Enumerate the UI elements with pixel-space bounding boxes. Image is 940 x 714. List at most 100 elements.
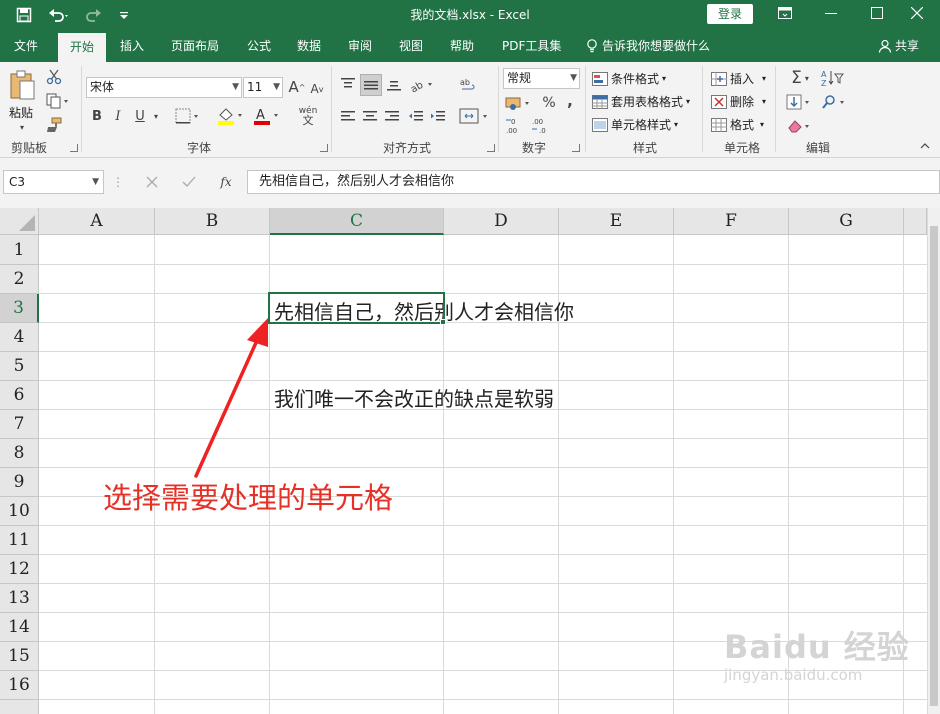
separator xyxy=(702,66,703,152)
redo-icon[interactable] xyxy=(80,0,110,30)
conditional-formatting-button[interactable]: 条件格式 ▾ xyxy=(592,70,666,87)
merge-center-icon[interactable] xyxy=(458,106,494,126)
tab-help[interactable]: 帮助 xyxy=(450,30,474,62)
tab-insert[interactable]: 插入 xyxy=(120,30,144,62)
separator xyxy=(498,66,499,152)
format-cells-label: 格式 xyxy=(730,118,755,132)
tab-file[interactable]: 文件 xyxy=(14,30,38,62)
find-select-icon[interactable] xyxy=(820,92,850,112)
ribbon: 粘贴 ▾ 剪贴板 宋体 ▼ 11 ▼ A ^ Av B I U ▾ A wén 文 字体 xyxy=(0,62,940,158)
clear-icon[interactable] xyxy=(784,116,816,136)
clipboard-launcher-icon[interactable] xyxy=(70,144,78,152)
copy-icon[interactable] xyxy=(44,92,72,110)
tell-me-label: 告诉我你想要做什么 xyxy=(602,39,711,53)
borders-icon[interactable] xyxy=(174,106,202,126)
fill-icon[interactable] xyxy=(784,92,816,112)
ribbon-tabs: 文件 开始 插入 页面布局 公式 数据 审阅 视图 帮助 PDF工具集 告诉我你… xyxy=(0,30,940,62)
tab-review[interactable]: 审阅 xyxy=(348,30,372,62)
cell-styles-label: 单元格样式 xyxy=(611,118,672,132)
paste-icon[interactable] xyxy=(6,68,38,102)
number-group-label: 数字 xyxy=(522,141,547,155)
format-as-table-label: 套用表格格式 xyxy=(611,95,684,109)
align-top-icon[interactable] xyxy=(338,74,358,94)
align-middle-icon[interactable] xyxy=(360,74,382,96)
enter-icon[interactable] xyxy=(177,172,201,192)
align-right-icon[interactable] xyxy=(382,106,402,126)
chevron-down-icon: ▼ xyxy=(232,82,239,92)
format-painter-icon[interactable] xyxy=(44,116,64,134)
svg-text:Z: Z xyxy=(821,79,827,87)
italic-button[interactable]: I xyxy=(110,106,126,126)
vertical-scrollbar[interactable] xyxy=(927,208,940,714)
fill-color-icon[interactable] xyxy=(216,106,246,126)
format-as-table-button[interactable]: 套用表格格式 ▾ xyxy=(592,93,690,110)
decrease-indent-icon[interactable] xyxy=(406,106,426,126)
close-icon[interactable] xyxy=(894,0,940,30)
decrease-decimal-icon[interactable]: .00.0 xyxy=(530,116,554,136)
tab-data[interactable]: 数据 xyxy=(297,30,321,62)
delete-cells-button[interactable]: 删除 ▾ xyxy=(711,93,766,110)
bold-button[interactable]: B xyxy=(89,106,105,126)
name-box[interactable]: C3 ▼ xyxy=(3,170,104,194)
cut-icon[interactable] xyxy=(44,68,64,86)
autosum-symbol: Σ xyxy=(791,68,802,88)
underline-button[interactable]: U xyxy=(132,106,148,126)
insert-cells-button[interactable]: 插入 ▾ xyxy=(711,70,766,87)
login-button[interactable]: 登录 xyxy=(707,4,753,24)
more-options-icon[interactable]: ⋮ xyxy=(112,175,124,189)
align-bottom-icon[interactable] xyxy=(384,74,404,94)
delete-cells-icon xyxy=(711,94,727,109)
undo-icon[interactable] xyxy=(44,0,74,30)
accounting-format-icon[interactable] xyxy=(504,93,536,113)
underline-dropdown-icon[interactable]: ▾ xyxy=(150,106,162,126)
tab-view[interactable]: 视图 xyxy=(399,30,423,62)
separator xyxy=(81,66,82,152)
font-size-dropdown[interactable]: 11 ▼ xyxy=(243,77,283,98)
svg-text:ab: ab xyxy=(409,80,425,92)
font-color-icon[interactable]: A xyxy=(252,106,282,126)
increase-indent-icon[interactable] xyxy=(428,106,448,126)
percent-style-button[interactable]: % xyxy=(539,93,559,113)
insert-function-icon[interactable]: fx xyxy=(214,172,238,192)
scrollbar-thumb[interactable] xyxy=(930,226,938,706)
format-cells-button[interactable]: 格式 ▾ xyxy=(711,116,764,133)
separator xyxy=(331,66,332,152)
number-launcher-icon[interactable] xyxy=(572,144,580,152)
share-button[interactable]: 共享 xyxy=(878,30,919,62)
align-left-icon[interactable] xyxy=(338,106,358,126)
ribbon-display-options-icon[interactable] xyxy=(762,0,808,30)
tab-formulas[interactable]: 公式 xyxy=(247,30,271,62)
phonetic-guide-icon[interactable]: wén 文 xyxy=(296,104,320,128)
formula-input[interactable]: 先相信自己，然后别人才会相信你 xyxy=(247,170,940,194)
sort-filter-icon[interactable]: AZ xyxy=(820,68,850,88)
orientation-icon[interactable]: ab xyxy=(408,74,436,94)
number-format-dropdown[interactable]: 常规 ▼ xyxy=(503,68,580,89)
tab-home[interactable]: 开始 xyxy=(58,33,106,62)
minimize-icon[interactable] xyxy=(808,0,854,30)
alignment-group-label: 对齐方式 xyxy=(383,141,432,155)
paste-dropdown-icon[interactable]: ▾ xyxy=(16,122,28,132)
name-box-value: C3 xyxy=(9,175,26,189)
tell-me-search[interactable]: 告诉我你想要做什么 xyxy=(586,30,710,62)
font-launcher-icon[interactable] xyxy=(320,144,328,152)
autosum-icon[interactable]: Σ ▾ xyxy=(784,68,816,88)
cell-styles-button[interactable]: 单元格样式 ▾ xyxy=(592,116,678,133)
tab-pdf-tools[interactable]: PDF工具集 xyxy=(502,30,561,62)
alignment-launcher-icon[interactable] xyxy=(487,144,495,152)
watermark: Baidu 经验 jingyan.baidu.com xyxy=(724,622,910,684)
person-icon xyxy=(878,39,892,53)
decrease-font-size-icon[interactable]: Av xyxy=(308,78,326,100)
collapse-ribbon-icon[interactable] xyxy=(918,140,932,152)
customize-quick-access-icon[interactable] xyxy=(114,0,134,30)
align-center-icon[interactable] xyxy=(360,106,380,126)
increase-font-size-icon[interactable]: A ^ xyxy=(288,76,306,98)
share-label: 共享 xyxy=(895,39,920,53)
comma-style-button[interactable]: , xyxy=(563,91,577,111)
save-icon[interactable] xyxy=(12,0,36,30)
wrap-text-icon[interactable]: ab xyxy=(458,74,480,96)
tab-page-layout[interactable]: 页面布局 xyxy=(171,30,219,62)
cancel-icon[interactable] xyxy=(140,172,164,192)
paste-label[interactable]: 粘贴 xyxy=(9,104,33,121)
increase-decimal-icon[interactable]: 0.00 xyxy=(504,116,528,136)
font-name-dropdown[interactable]: 宋体 ▼ xyxy=(86,77,242,98)
